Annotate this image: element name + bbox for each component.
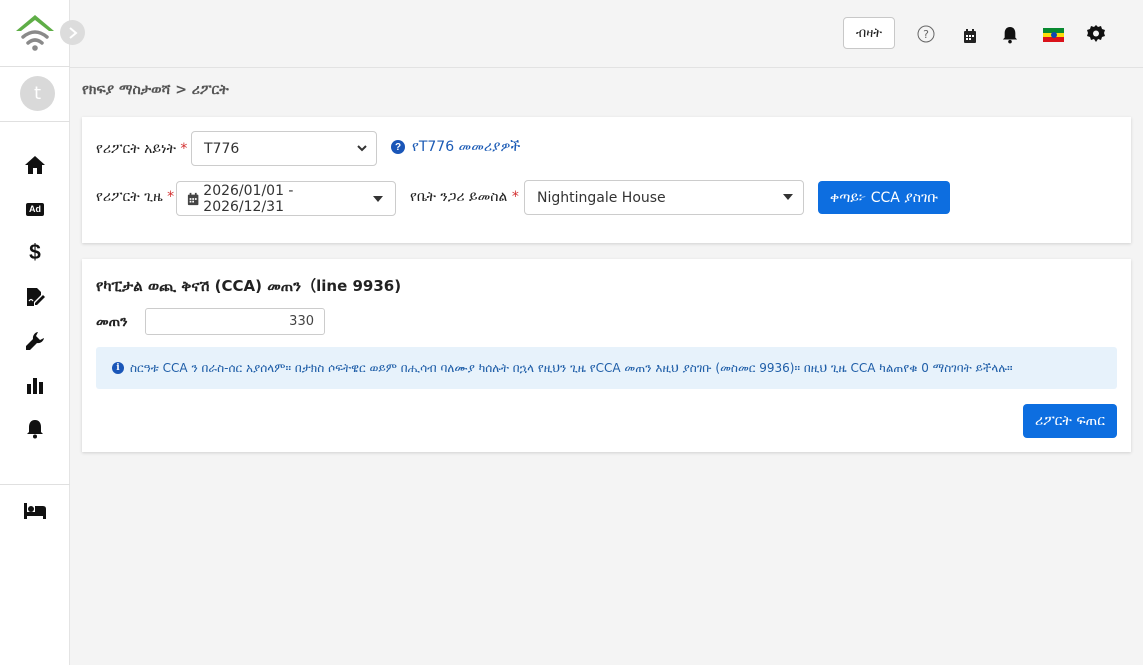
property-value: Nightingale House bbox=[537, 189, 666, 206]
question-circle-icon: ? bbox=[391, 140, 405, 154]
sidebar: t Ad $ bbox=[0, 0, 70, 665]
report-filter-card: የሪፖርት አይነት * T776 ? የT776 መመሪያዎች የሪፖርት ጊ… bbox=[82, 117, 1131, 243]
breadcrumb-separator: > bbox=[175, 82, 187, 98]
report-period-label-text: የሪፖርት ጊዜ bbox=[96, 189, 163, 205]
info-alert: i ስርዓቱ CCA ን በራስ-ሰር አያሰላም። በታክስ ሶፍትዌር ወይ… bbox=[96, 347, 1117, 389]
cca-amount-input[interactable]: 330 bbox=[145, 308, 325, 335]
topbar: ብዛት ? bbox=[70, 0, 1143, 68]
continue-enter-cca-button[interactable]: ቀጣይ፦ CCA ያስገቡ bbox=[818, 181, 950, 214]
report-period-label: የሪፖርት ጊዜ * bbox=[96, 189, 174, 205]
caret-down-icon bbox=[373, 195, 383, 202]
sidebar-divider bbox=[0, 484, 70, 485]
calendar-icon bbox=[187, 192, 199, 205]
breadcrumb-current: ሪፖርት bbox=[191, 82, 229, 98]
ethiopia-flag-icon[interactable] bbox=[1043, 28, 1064, 42]
avatar[interactable]: t bbox=[20, 76, 55, 111]
property-label: የቤት ንጋሪ ይመስል * bbox=[410, 189, 519, 205]
bed-icon[interactable] bbox=[22, 498, 48, 524]
breadcrumb-parent-link[interactable]: የክፍያ ማስታወሻ bbox=[82, 82, 170, 98]
property-label-text: የቤት ንጋሪ ይመስል bbox=[410, 189, 508, 205]
chevron-down-icon bbox=[357, 145, 367, 152]
calendar-icon[interactable] bbox=[960, 26, 980, 46]
ad-icon[interactable]: Ad bbox=[22, 196, 48, 222]
sidebar-toggle-button[interactable] bbox=[60, 20, 85, 45]
gear-icon[interactable] bbox=[1086, 24, 1106, 44]
bell-icon[interactable] bbox=[22, 416, 48, 442]
generate-report-button[interactable]: ሪፖርት ፍጠር bbox=[1023, 404, 1117, 438]
t776-guide-link[interactable]: ? የT776 መመሪያዎች bbox=[391, 139, 520, 155]
help-circle-icon[interactable]: ? bbox=[916, 24, 936, 44]
report-type-select[interactable]: T776 bbox=[191, 131, 377, 166]
breadcrumb: የክፍያ ማስታወሻ > ሪፖርት bbox=[82, 82, 229, 98]
file-signature-icon[interactable] bbox=[22, 284, 48, 310]
dollar-icon-label: $ bbox=[29, 241, 41, 264]
ad-icon-label: Ad bbox=[26, 202, 44, 216]
chevron-right-icon bbox=[68, 26, 78, 39]
date-range-value: 2026/01/01 - 2026/12/31 bbox=[203, 182, 294, 215]
required-mark: * bbox=[180, 141, 188, 157]
avatar-initial: t bbox=[33, 83, 42, 104]
property-select[interactable]: Nightingale House bbox=[524, 180, 804, 215]
notifications-bell-icon[interactable] bbox=[1000, 25, 1020, 45]
home-icon[interactable] bbox=[22, 152, 48, 178]
wrench-icon[interactable] bbox=[22, 328, 48, 354]
sidebar-divider bbox=[0, 66, 70, 67]
bar-chart-icon[interactable] bbox=[22, 372, 48, 398]
cca-title: የካፒታል ወጪ ቅናሽ (CCA) መጠን（line 9936) bbox=[96, 277, 402, 295]
report-type-label: የሪፖርት አይነት * bbox=[96, 141, 187, 157]
info-alert-text: ስርዓቱ CCA ን በራስ-ሰር አያሰላም። በታክስ ሶፍትዌር ወይም … bbox=[130, 360, 1013, 375]
login-button[interactable]: ብዛት bbox=[843, 17, 895, 49]
required-mark: * bbox=[511, 189, 519, 205]
t776-guide-link-text: የT776 መመሪያዎች bbox=[412, 139, 521, 155]
amount-label: መጠን bbox=[96, 314, 128, 330]
required-mark: * bbox=[167, 189, 175, 205]
caret-down-icon bbox=[783, 194, 793, 200]
cca-card: የካፒታል ወጪ ቅናሽ (CCA) መጠን（line 9936) መጠን 33… bbox=[82, 259, 1131, 452]
dollar-icon[interactable]: $ bbox=[22, 240, 48, 266]
svg-text:?: ? bbox=[923, 28, 929, 41]
report-type-value: T776 bbox=[204, 140, 240, 157]
logo-icon[interactable] bbox=[14, 13, 56, 53]
report-type-label-text: የሪፖርት አይነት bbox=[96, 141, 176, 157]
sidebar-divider bbox=[0, 121, 70, 122]
info-circle-icon: i bbox=[112, 362, 124, 374]
date-range-picker[interactable]: 2026/01/01 - 2026/12/31 bbox=[176, 181, 396, 216]
